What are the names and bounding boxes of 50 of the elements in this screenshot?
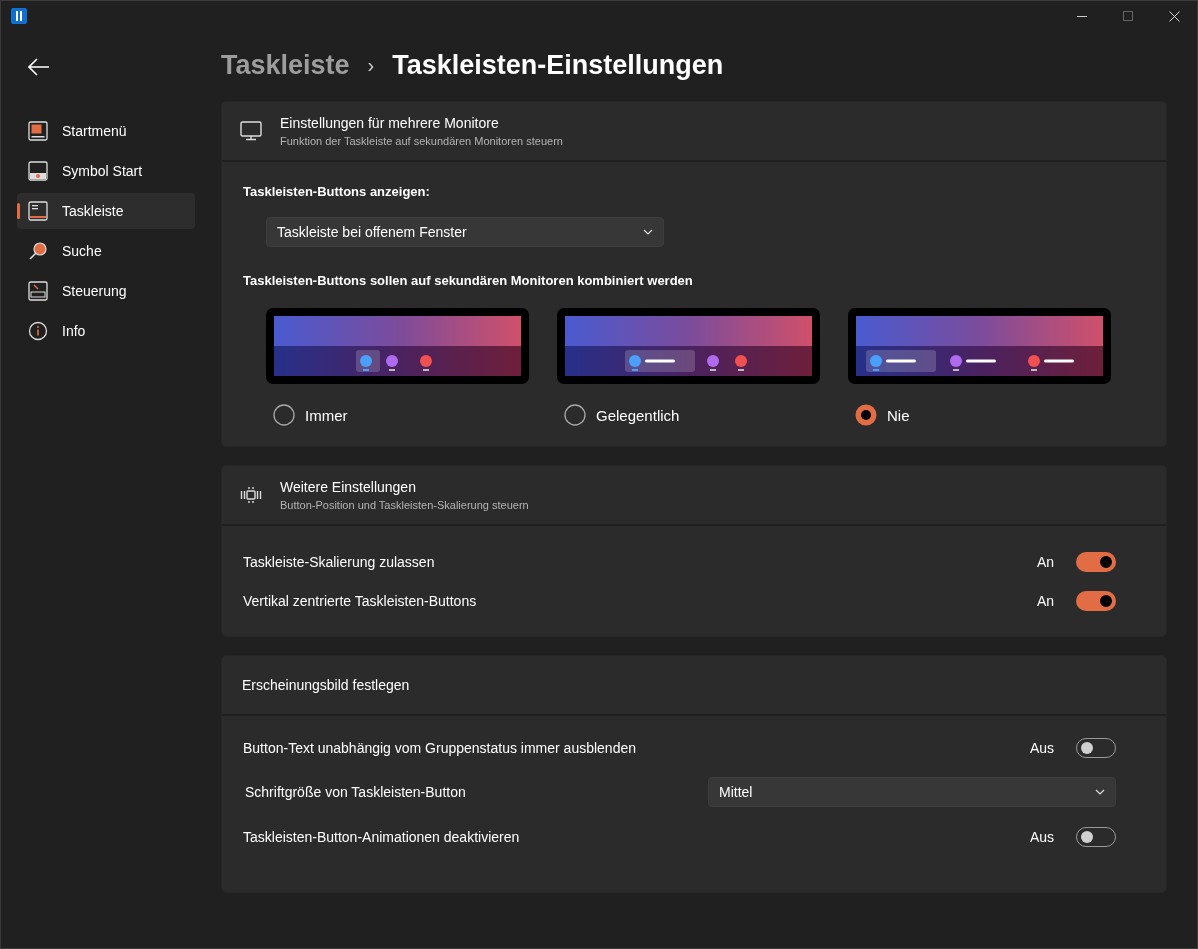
radio-button[interactable]	[855, 404, 877, 426]
radio-button[interactable]	[564, 404, 586, 426]
chevron-down-icon	[643, 229, 653, 235]
sidebar-item[interactable]: Taskleiste	[17, 193, 195, 229]
taskbar-icon	[28, 201, 48, 221]
back-arrow-icon	[28, 58, 50, 76]
toggle-state-text: Aus	[1029, 739, 1054, 756]
monitor-icon	[240, 121, 262, 141]
sidebar-item[interactable]: Startmenü	[17, 113, 195, 149]
minimize-icon	[1077, 15, 1087, 17]
setting-label: Button-Text unabhängig vom Gruppenstatus immer ausblenden	[243, 739, 636, 756]
card-subtitle: Funktion der Taskleiste auf sekundären Monitoren steuern	[280, 135, 563, 147]
radio-button[interactable]	[273, 404, 295, 426]
card-title: Erscheinungsbild festlegen	[241, 677, 410, 693]
toggle-switch[interactable]	[1076, 590, 1116, 611]
card-title: Einstellungen für mehrere Monitore	[280, 115, 500, 131]
start-symbol-icon	[28, 161, 48, 181]
app-logo-icon	[11, 8, 27, 24]
breadcrumb-link[interactable]: Taskleiste	[221, 49, 350, 81]
keyboard-icon	[28, 281, 48, 301]
sidebar-item[interactable]: Steuerung	[17, 273, 195, 309]
search-icon	[28, 241, 48, 261]
sidebar-item[interactable]: Symbol Start	[17, 153, 195, 189]
setting-label: Taskleisten-Buttons sollen auf sekundären Monitoren kombiniert werden	[243, 273, 694, 288]
toggle-state-text: Aus	[1029, 828, 1054, 845]
close-icon	[1168, 10, 1180, 22]
setting-label: Taskleisten-Buttons anzeigen:	[243, 184, 431, 199]
sliders-icon	[240, 486, 262, 504]
sidebar-item[interactable]: Suche	[17, 233, 195, 269]
radio-label: Gelegentlich	[596, 406, 680, 424]
breadcrumb-separator: ›	[367, 53, 375, 77]
chevron-down-icon	[1095, 789, 1105, 795]
maximize-icon	[1123, 11, 1133, 21]
radio-label: Nie	[887, 406, 910, 424]
font-size-dropdown[interactable]: Mittel	[708, 777, 1116, 807]
toggle-switch[interactable]	[1076, 551, 1116, 572]
toggle-state-text: An	[1036, 553, 1054, 570]
card-subtitle: Button-Position und Taskleisten-Skalierung steuern	[280, 499, 529, 511]
setting-label: Taskleiste-Skalierung zulassen	[243, 553, 435, 570]
info-icon	[28, 321, 48, 341]
start-menu-icon	[28, 121, 48, 141]
setting-label: Taskleisten-Button-Animationen deaktivieren	[243, 828, 520, 845]
taskbar-buttons-dropdown[interactable]: Taskleiste bei offenem Fenster	[266, 217, 664, 247]
card-title: Weitere Einstellungen	[280, 479, 417, 495]
setting-label: Schriftgröße von Taskleisten-Button	[244, 784, 466, 800]
page-title: Taskleisten-Einstellungen	[392, 49, 724, 81]
toggle-state-text: An	[1036, 592, 1054, 609]
sidebar-item[interactable]: Info	[17, 313, 195, 349]
radio-label: Immer	[305, 406, 348, 424]
setting-label: Vertikal zentrierte Taskleisten-Buttons	[243, 592, 477, 609]
